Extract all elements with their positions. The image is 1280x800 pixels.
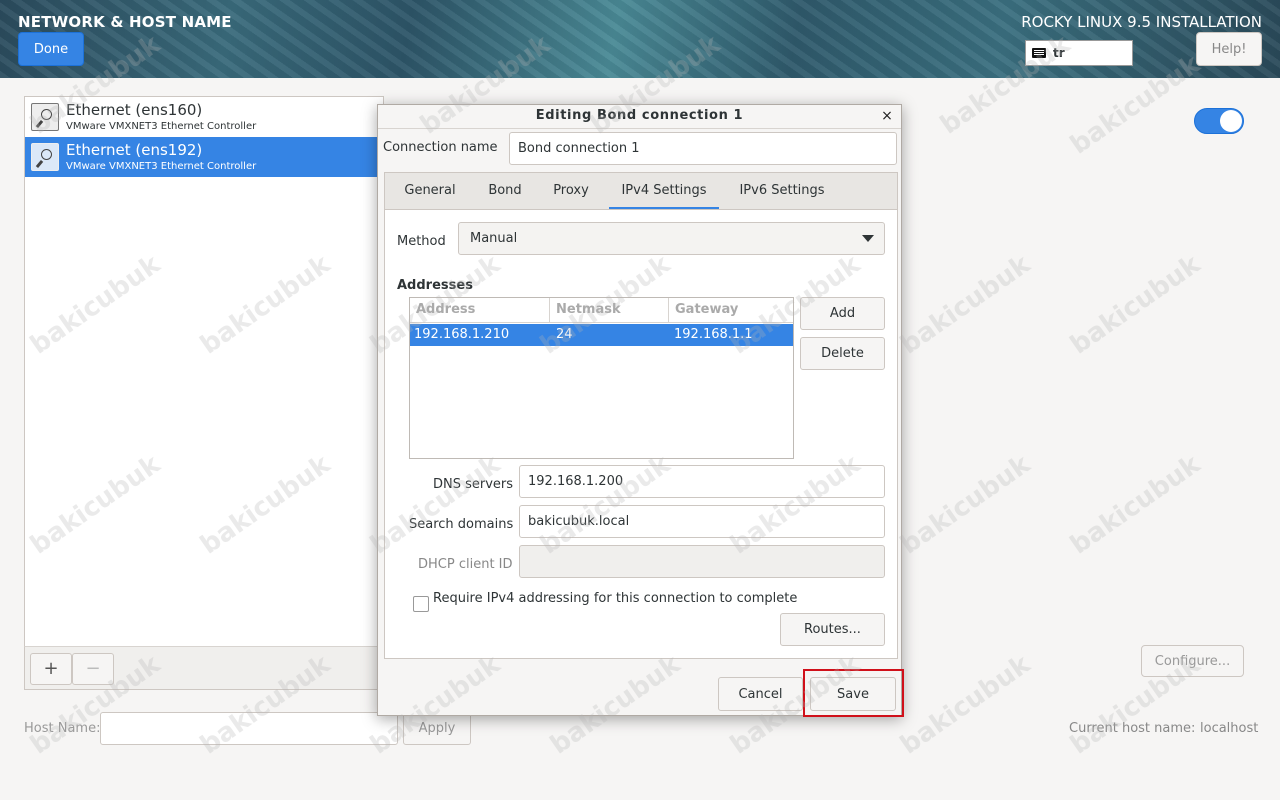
column-header-gateway[interactable]: Gateway bbox=[669, 298, 793, 323]
addresses-label: Addresses bbox=[397, 278, 473, 293]
device-list-toolbar: + − bbox=[24, 646, 384, 690]
gateway-cell[interactable]: 192.168.1.1 bbox=[670, 324, 753, 346]
settings-tabs: General Bond Proxy IPv4 Settings IPv6 Se… bbox=[384, 172, 898, 210]
connection-name-input[interactable]: Bond connection 1 bbox=[509, 132, 897, 165]
device-item-ens160[interactable]: Ethernet (ens160) VMware VMXNET3 Etherne… bbox=[25, 97, 383, 137]
host-name-input[interactable] bbox=[100, 712, 398, 745]
tab-ipv4-settings[interactable]: IPv4 Settings bbox=[609, 173, 719, 210]
dhcp-client-id-input[interactable] bbox=[519, 545, 885, 578]
add-address-button[interactable]: Add bbox=[800, 297, 885, 330]
installation-title: ROCKY LINUX 9.5 INSTALLATION bbox=[1021, 13, 1262, 31]
ethernet-icon bbox=[31, 143, 59, 171]
device-list: Ethernet (ens160) VMware VMXNET3 Etherne… bbox=[24, 96, 384, 690]
help-button[interactable]: Help! bbox=[1196, 32, 1262, 66]
ipv4-settings-panel: Method Manual Addresses Address Netmask … bbox=[384, 209, 898, 659]
address-cell[interactable]: 192.168.1.210 bbox=[410, 324, 509, 346]
watermark-text: bakicubuk bbox=[895, 249, 1036, 361]
done-button[interactable]: Done bbox=[18, 32, 84, 66]
delete-address-button[interactable]: Delete bbox=[800, 337, 885, 370]
host-name-label: Host Name: bbox=[24, 721, 101, 736]
search-domains-input[interactable]: bakicubuk.local bbox=[519, 505, 885, 538]
keyboard-layout-label: tr bbox=[1053, 46, 1065, 60]
device-item-ens192[interactable]: Ethernet (ens192) VMware VMXNET3 Etherne… bbox=[25, 137, 383, 177]
close-icon[interactable]: × bbox=[879, 107, 895, 125]
watermark-text: bakicubuk bbox=[1065, 249, 1206, 361]
watermark-text: bakicubuk bbox=[895, 649, 1036, 761]
device-name: Ethernet (ens160) bbox=[66, 101, 203, 119]
addresses-table[interactable]: Address Netmask Gateway 192.168.1.210 24… bbox=[409, 297, 794, 459]
routes-button[interactable]: Routes... bbox=[780, 613, 885, 646]
keyboard-icon bbox=[1032, 48, 1046, 58]
tab-ipv6-settings[interactable]: IPv6 Settings bbox=[729, 173, 835, 210]
edit-connection-dialog: Editing Bond connection 1 × Connection n… bbox=[377, 104, 902, 716]
netmask-cell[interactable]: 24 bbox=[552, 324, 573, 346]
method-label: Method bbox=[397, 234, 446, 249]
tab-proxy[interactable]: Proxy bbox=[543, 173, 599, 210]
tab-general[interactable]: General bbox=[395, 173, 465, 210]
device-description: VMware VMXNET3 Ethernet Controller bbox=[66, 121, 257, 132]
tab-bond[interactable]: Bond bbox=[477, 173, 533, 210]
table-row[interactable]: 192.168.1.210 24 192.168.1.1 bbox=[410, 324, 793, 346]
current-host-name-value: localhost bbox=[1200, 721, 1259, 736]
watermark-text: bakicubuk bbox=[1065, 449, 1206, 561]
add-device-button[interactable]: + bbox=[30, 653, 72, 685]
require-ipv4-label[interactable]: Require IPv4 addressing for this connect… bbox=[433, 591, 797, 606]
remove-device-button[interactable]: − bbox=[72, 653, 114, 685]
method-value: Manual bbox=[470, 231, 518, 246]
connection-name-label: Connection name bbox=[383, 140, 498, 155]
dns-servers-label: DNS servers bbox=[433, 477, 514, 492]
column-header-netmask[interactable]: Netmask bbox=[550, 298, 669, 323]
search-domains-label: Search domains bbox=[409, 517, 514, 532]
current-host-name-label: Current host name: bbox=[1069, 721, 1196, 736]
device-name: Ethernet (ens192) bbox=[66, 141, 203, 159]
ethernet-icon bbox=[31, 103, 59, 131]
cancel-button[interactable]: Cancel bbox=[718, 677, 803, 711]
save-button[interactable]: Save bbox=[810, 677, 896, 711]
device-description: VMware VMXNET3 Ethernet Controller bbox=[66, 161, 257, 172]
dhcp-client-id-label: DHCP client ID bbox=[418, 557, 513, 572]
table-header: Address Netmask Gateway bbox=[410, 298, 793, 323]
dns-servers-input[interactable]: 192.168.1.200 bbox=[519, 465, 885, 498]
page-title: NETWORK & HOST NAME bbox=[18, 13, 232, 31]
device-enable-toggle[interactable] bbox=[1194, 108, 1244, 134]
method-select[interactable]: Manual bbox=[458, 222, 885, 255]
column-header-address[interactable]: Address bbox=[410, 298, 550, 323]
chevron-down-icon bbox=[862, 235, 874, 242]
configure-button[interactable]: Configure... bbox=[1141, 645, 1244, 677]
keyboard-layout-indicator[interactable]: tr bbox=[1025, 40, 1133, 66]
apply-button[interactable]: Apply bbox=[403, 712, 471, 745]
header-banner bbox=[0, 0, 1280, 78]
dialog-title: Editing Bond connection 1 bbox=[378, 105, 901, 129]
require-ipv4-checkbox[interactable] bbox=[413, 596, 429, 612]
watermark-text: bakicubuk bbox=[895, 449, 1036, 561]
